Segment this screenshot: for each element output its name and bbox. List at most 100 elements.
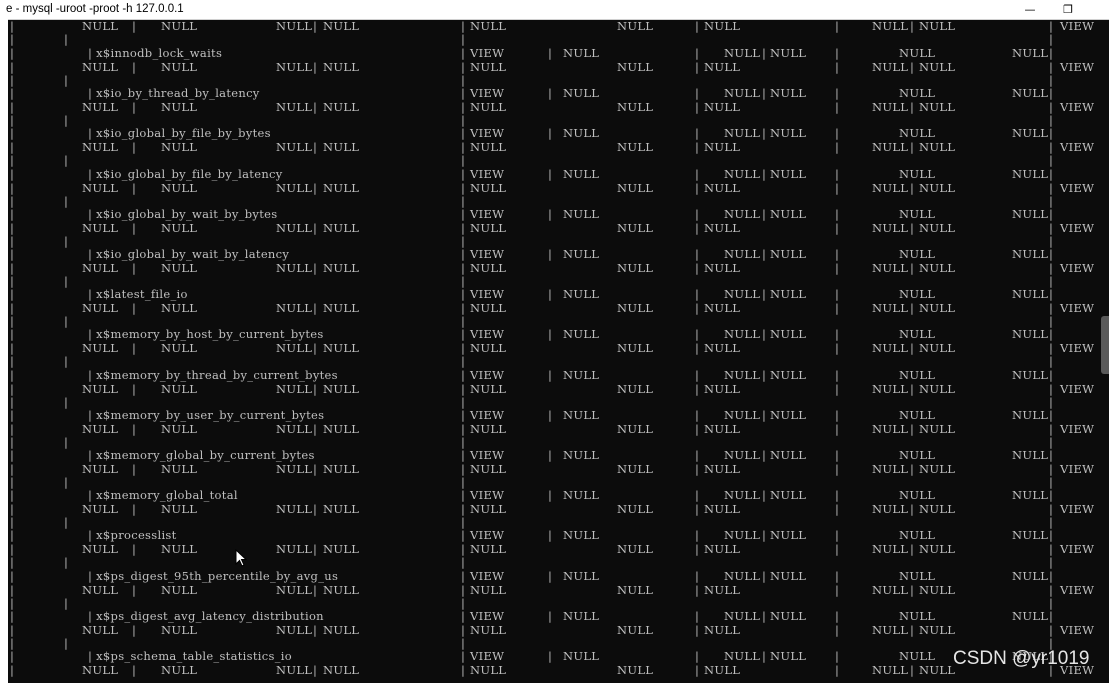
scrollbar-thumb[interactable] [1101, 316, 1109, 374]
separator: | [64, 596, 69, 610]
null-cell: NULL [899, 569, 936, 583]
separator: | [548, 46, 553, 60]
separator: | [695, 623, 700, 637]
separator: | [762, 247, 767, 261]
separator: | [835, 663, 840, 677]
console-output[interactable]: | NULL | NULL NULL | NULL | NULL NULL | NULL | NULL | N… [8, 19, 1101, 683]
separator: | [10, 73, 15, 87]
separator: | [835, 462, 840, 476]
null-cell: NULL [276, 422, 313, 436]
separator: | [461, 194, 466, 208]
null-cell: NULL [872, 19, 909, 33]
null-cell: NULL [470, 382, 507, 396]
separator: | [461, 19, 466, 33]
table-name: | x$memory_global_by_current_bytes [88, 448, 315, 462]
table-row: | | x$memory_by_thread_by_current_bytes | V… [8, 368, 1101, 382]
null-cell: NULL [82, 542, 119, 556]
separator: | [1049, 194, 1054, 208]
null-cell: NULL [82, 382, 119, 396]
separator: | [461, 609, 466, 623]
table-row: | NULL | NULL NULL | NULL | NULL NULL | NULL | NULL | N… [8, 462, 1101, 476]
separator: | [1049, 462, 1054, 476]
separator: | [910, 542, 915, 556]
separator: | [1049, 515, 1054, 529]
separator: | [695, 140, 700, 154]
null-cell: NULL [323, 221, 360, 235]
null-cell: NULL [82, 181, 119, 195]
restore-icon[interactable]: ❐ [1048, 0, 1088, 19]
separator: | [461, 488, 466, 502]
null-cell: NULL [82, 422, 119, 436]
null-cell: NULL [617, 261, 654, 275]
null-cell: NULL [872, 623, 909, 637]
null-cell: NULL [724, 448, 761, 462]
null-cell: NULL [770, 247, 807, 261]
table-row: | | | | [8, 32, 1101, 46]
null-cell: NULL [323, 583, 360, 597]
null-cell: NULL [276, 100, 313, 114]
table-row: | | x$io_global_by_wait_by_latency | VIEW | N… [8, 247, 1101, 261]
null-cell: NULL [704, 583, 741, 597]
table-row: | NULL | NULL NULL | NULL | NULL NULL | NULL | NULL | N… [8, 140, 1101, 154]
separator: | [1049, 19, 1054, 33]
separator: | [835, 569, 840, 583]
null-cell: NULL [470, 19, 507, 33]
separator: | [695, 528, 700, 542]
null-cell: NULL [704, 542, 741, 556]
separator: | [910, 181, 915, 195]
separator: | [461, 382, 466, 396]
separator: | [132, 100, 137, 114]
separator: | [313, 60, 318, 74]
minimize-icon[interactable]: — [1010, 0, 1050, 19]
title-bar[interactable]: e - mysql -uroot -proot -h 127.0.0.1 — ❐ [0, 0, 1109, 20]
null-cell: NULL [919, 221, 956, 235]
window-title: e - mysql -uroot -proot -h 127.0.0.1 [6, 3, 184, 15]
separator: | [695, 167, 700, 181]
table-row: | | x$memory_by_user_by_current_bytes | VIE… [8, 408, 1101, 422]
separator: | [461, 221, 466, 235]
table-row: | | x$io_global_by_file_by_bytes | VIEW | NUL… [8, 126, 1101, 140]
table-row: | | x$ps_digest_avg_latency_distribution |… [8, 609, 1101, 623]
separator: | [461, 32, 466, 46]
null-cell: NULL [276, 221, 313, 235]
separator: | [461, 502, 466, 516]
separator: | [10, 422, 15, 436]
null-cell: NULL [470, 462, 507, 476]
table-name: | x$ps_digest_avg_latency_distribution [88, 609, 324, 623]
separator: | [461, 73, 466, 87]
table-row: | | | | [8, 354, 1101, 368]
null-cell: NULL [899, 86, 936, 100]
null-cell: NULL [899, 167, 936, 181]
null-cell: NULL [617, 462, 654, 476]
separator: | [313, 181, 318, 195]
null-cell: NULL [161, 462, 198, 476]
table-row: | | | | [8, 153, 1101, 167]
separator: | [695, 448, 700, 462]
separator: | [910, 382, 915, 396]
null-cell: NULL [1012, 488, 1049, 502]
separator: | [1049, 60, 1054, 74]
separator: | [548, 488, 553, 502]
null-cell: NULL [323, 623, 360, 637]
table-name: | x$memory_by_thread_by_current_bytes [88, 368, 338, 382]
null-cell: NULL [617, 181, 654, 195]
separator: | [10, 515, 15, 529]
null-cell: NULL [82, 19, 119, 33]
separator: | [10, 207, 15, 221]
separator: | [835, 583, 840, 597]
null-cell: NULL [617, 623, 654, 637]
null-cell: NULL [1012, 448, 1049, 462]
table-row: | | x$latest_file_io | VIEW | NULL | NULL | NULL |… [8, 287, 1101, 301]
null-cell: NULL [276, 301, 313, 315]
null-cell: NULL [770, 488, 807, 502]
null-cell: NULL [724, 207, 761, 221]
separator: | [132, 19, 137, 33]
null-cell: NULL [919, 261, 956, 275]
null-cell: NULL [919, 542, 956, 556]
separator: | [695, 663, 700, 677]
separator: | [313, 140, 318, 154]
separator: | [64, 555, 69, 569]
separator: | [461, 408, 466, 422]
separator: | [1049, 435, 1054, 449]
table-row: | | | | [8, 234, 1101, 248]
